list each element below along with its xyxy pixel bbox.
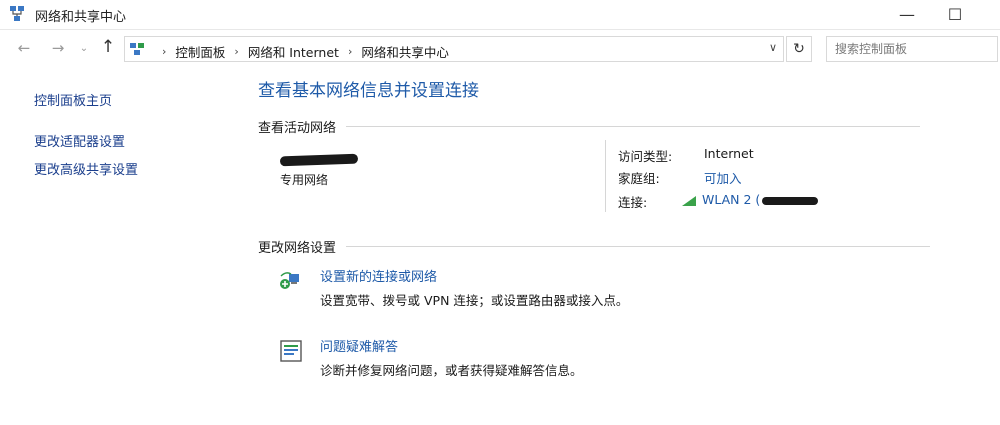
breadcrumb: › 控制面板 › 网络和 Internet › 网络和共享中心	[153, 42, 449, 61]
maximize-button[interactable]: ☐	[932, 0, 978, 29]
page-title: 查看基本网络信息并设置连接	[258, 81, 479, 101]
search-input[interactable]	[826, 36, 998, 62]
divider	[346, 126, 921, 127]
address-dropdown-icon[interactable]: ∨	[769, 41, 777, 54]
connections-label: 连接:	[618, 195, 648, 210]
sidebar-item-change-adapter-settings[interactable]: 更改适配器设置	[34, 131, 125, 150]
breadcrumb-control-panel[interactable]: 控制面板	[175, 42, 225, 61]
breadcrumb-separator: ›	[162, 45, 167, 58]
redacted-connection-name	[762, 196, 819, 205]
access-type-value: Internet	[704, 146, 754, 161]
network-center-icon	[10, 6, 24, 21]
troubleshoot-description: 诊断并修复网络问题，或者获得疑难解答信息。	[320, 363, 583, 378]
connection-link-wrap[interactable]: WLAN 2 (	[682, 192, 819, 207]
breadcrumb-separator[interactable]: ›	[348, 45, 352, 58]
redacted-network-name	[279, 153, 359, 167]
wlan-connection-link[interactable]: WLAN 2 (	[702, 192, 760, 207]
troubleshoot-icon	[280, 340, 302, 362]
section-title: 查看活动网络	[258, 121, 337, 136]
active-networks-header: 查看活动网络	[258, 117, 921, 136]
breadcrumb-network-sharing-center[interactable]: 网络和共享中心	[361, 42, 449, 61]
divider	[346, 246, 931, 247]
new-connection-icon	[280, 272, 299, 289]
minimize-icon: —	[899, 5, 915, 24]
maximize-icon: ☐	[947, 5, 963, 24]
up-arrow-icon[interactable]: ↑	[98, 37, 118, 57]
setup-new-connection-link[interactable]: 设置新的连接或网络	[320, 266, 437, 285]
refresh-icon: ↻	[793, 41, 805, 57]
network-info: 专用网络	[279, 153, 359, 188]
refresh-button[interactable]: ↻	[786, 36, 812, 62]
recent-locations-chevron-icon[interactable]: ⌄	[74, 43, 94, 54]
sidebar-item-control-panel-home[interactable]: 控制面板主页	[34, 90, 112, 109]
homegroup-link[interactable]: 可加入	[704, 168, 742, 187]
breadcrumb-network-internet[interactable]: 网络和 Internet	[248, 42, 339, 61]
address-toolbar: ← → ⌄ ↑ › 控制面板 › 网络和 Internet › 网络和共享中心 …	[0, 33, 1000, 65]
sidebar-item-advanced-sharing-settings[interactable]: 更改高级共享设置	[34, 159, 138, 178]
window-title: 网络和共享中心	[35, 10, 127, 25]
access-type-label: 访问类型:	[618, 149, 673, 164]
troubleshoot-link[interactable]: 问题疑难解答	[320, 336, 398, 355]
section-title: 更改网络设置	[258, 241, 337, 256]
title-bar: 网络和共享中心 — ☐	[0, 0, 1000, 30]
address-bar[interactable]: › 控制面板 › 网络和 Internet › 网络和共享中心 ∨	[124, 36, 784, 62]
change-settings-header: 更改网络设置	[258, 237, 931, 256]
control-panel-icon	[130, 43, 144, 55]
breadcrumb-separator[interactable]: ›	[234, 45, 238, 58]
homegroup-label: 家庭组:	[618, 171, 660, 186]
vertical-divider	[605, 140, 606, 212]
minimize-button[interactable]: —	[884, 0, 930, 29]
forward-arrow-icon[interactable]: →	[48, 39, 68, 57]
setup-new-connection-description: 设置宽带、拨号或 VPN 连接；或设置路由器或接入点。	[320, 293, 629, 308]
network-category: 专用网络	[280, 173, 329, 187]
wifi-signal-icon	[682, 195, 696, 206]
back-arrow-icon[interactable]: ←	[14, 39, 34, 57]
